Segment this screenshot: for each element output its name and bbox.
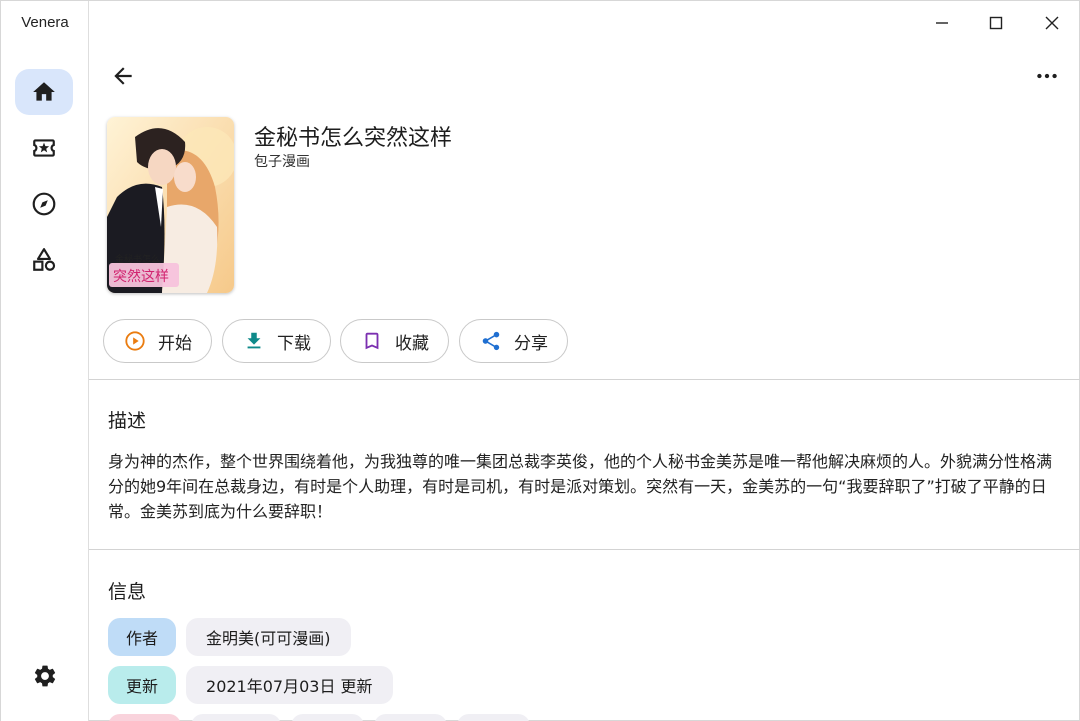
share-button[interactable]: 分享 [459, 319, 568, 363]
description-text: 身为神的杰作，整个世界围绕着他，为我独尊的唯一集团总裁李英俊，他的个人秘书金美苏… [108, 452, 1053, 521]
minimize-button[interactable] [919, 6, 965, 40]
tags-key-chip [108, 714, 181, 721]
arrow-left-icon [114, 67, 132, 85]
rail-item-home[interactable] [15, 69, 73, 115]
cover-caption-bottom: 突然这样 [113, 268, 169, 285]
comic-source[interactable]: 包子漫画 [254, 151, 310, 171]
tag-chip[interactable] [457, 714, 530, 721]
maximize-icon [989, 16, 1003, 30]
tag-chip[interactable] [374, 714, 447, 721]
favorite-button-label: 收藏 [395, 333, 429, 354]
divider [89, 379, 1080, 380]
share-button-label: 分享 [514, 333, 548, 354]
home-icon [33, 82, 55, 101]
app-title: Venera [21, 14, 69, 31]
rail-item-explore[interactable] [15, 181, 73, 227]
more-horizontal-icon [1037, 73, 1057, 79]
info-row-updated: 更新 2021年07月03日 更新 [108, 666, 393, 704]
gear-icon [34, 665, 56, 687]
start-button-label: 开始 [158, 333, 192, 354]
cover-illustration: 金秘书怎么 突然这样 [107, 117, 234, 293]
divider [89, 549, 1080, 550]
app-window: Venera 金秘书怎么 突然这样 金秘书怎么突然这样 包子漫画 开始 下载 收… [0, 0, 1080, 721]
maximize-button[interactable] [973, 6, 1019, 40]
updated-value-chip: 2021年07月03日 更新 [186, 666, 393, 704]
download-button-label: 下载 [277, 333, 311, 354]
play-circle-icon [125, 331, 145, 351]
comic-cover[interactable]: 金秘书怎么 突然这样 [107, 117, 234, 293]
updated-key-chip: 更新 [108, 666, 177, 704]
share-icon [482, 331, 500, 351]
author-key-chip: 作者 [108, 618, 177, 656]
cover-caption-top: 金秘书怎么 [115, 253, 160, 265]
minimize-icon [936, 22, 948, 24]
info-heading: 信息 [108, 581, 147, 603]
navigation-rail: Venera [1, 1, 89, 721]
download-button[interactable]: 下载 [222, 319, 331, 363]
close-icon [1045, 16, 1059, 30]
start-button[interactable]: 开始 [103, 319, 212, 363]
tag-chip[interactable] [191, 714, 281, 721]
info-row-author: 作者 金明美(可可漫画) [108, 618, 351, 656]
back-button[interactable] [105, 58, 141, 94]
info-row-tags [108, 714, 530, 721]
rail-item-categories[interactable] [15, 237, 73, 283]
bookmark-icon [365, 332, 379, 350]
more-options-button[interactable] [1029, 58, 1065, 94]
compass-icon [32, 192, 56, 216]
rail-item-tickets[interactable] [15, 125, 73, 171]
download-icon [247, 332, 261, 349]
comic-title: 金秘书怎么突然这样 [254, 126, 453, 151]
settings-button[interactable] [25, 656, 65, 696]
shapes-icon [33, 248, 56, 271]
description-heading: 描述 [108, 410, 147, 432]
author-value-chip[interactable]: 金明美(可可漫画) [186, 618, 351, 656]
tag-chip[interactable] [291, 714, 364, 721]
close-button[interactable] [1029, 6, 1075, 40]
ticket-icon [33, 139, 55, 157]
favorite-button[interactable]: 收藏 [340, 319, 449, 363]
